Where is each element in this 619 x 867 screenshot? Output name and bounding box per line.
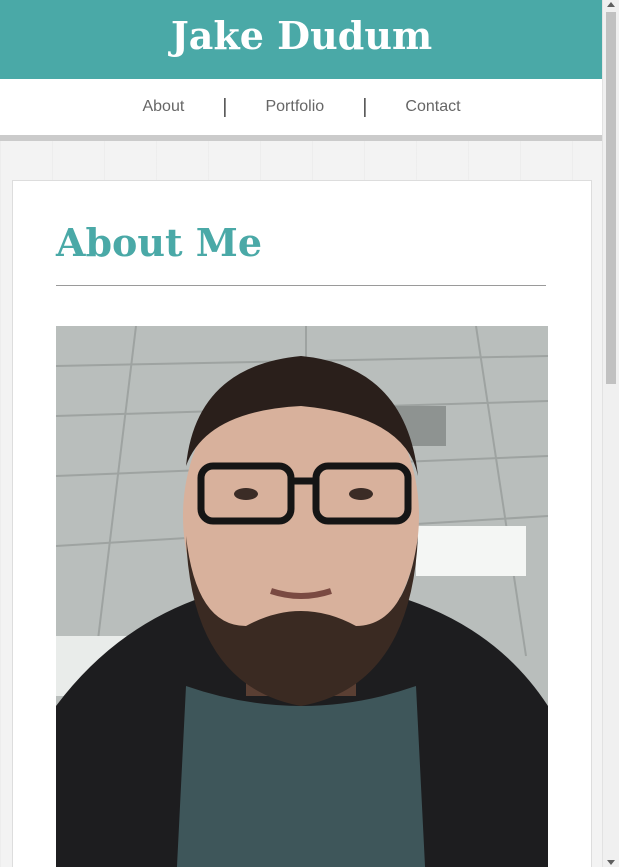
nav-separator: | xyxy=(362,95,368,118)
nav-link-contact[interactable]: Contact xyxy=(405,98,460,116)
section-divider xyxy=(56,285,546,286)
scrollbar-thumb[interactable] xyxy=(606,12,616,384)
site-title: Jake Dudum xyxy=(170,13,433,58)
scroll-down-arrow-icon[interactable] xyxy=(607,860,615,865)
profile-photo xyxy=(56,326,548,867)
about-section: About Me xyxy=(12,180,592,867)
main-nav: About | Portfolio | Contact xyxy=(0,79,603,141)
about-heading: About Me xyxy=(56,220,263,265)
nav-link-about[interactable]: About xyxy=(142,98,184,116)
nav-separator: | xyxy=(222,95,228,118)
profile-photo-image xyxy=(56,326,548,867)
page: Jake Dudum About | Portfolio | Contact A… xyxy=(0,0,603,867)
page-scrollbar[interactable] xyxy=(602,0,619,867)
site-header: Jake Dudum xyxy=(0,0,603,79)
nav-link-portfolio[interactable]: Portfolio xyxy=(265,98,324,116)
scroll-up-arrow-icon[interactable] xyxy=(607,2,615,7)
